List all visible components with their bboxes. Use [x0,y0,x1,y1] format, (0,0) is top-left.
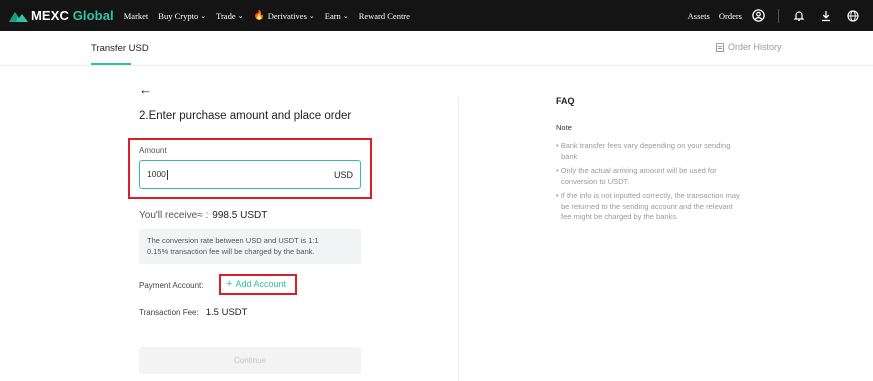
nav-buy-crypto[interactable]: Buy Crypto ⌄ [158,11,206,21]
mexc-logo[interactable]: MEXC Global [9,0,114,31]
faq-item: • Bank transfer fees vary depending on y… [556,141,731,161]
amount-label: Amount [139,146,167,155]
sub-header: Transfer USD Order History [0,31,873,66]
faq-item: • If the info is not inputted correctly,… [556,191,740,221]
faq-title: FAQ [556,96,575,106]
nav-market[interactable]: Market [124,11,149,21]
add-account-button[interactable]: + Add Account [226,277,286,290]
column-divider [458,98,459,381]
nav-orders[interactable]: Orders [719,11,742,21]
chevron-down-icon: ⌄ [308,11,315,20]
amount-unit: USD [333,169,353,180]
nav-links: Market Buy Crypto ⌄ Trade ⌄ 🔥 Derivatives ⌄ … [124,10,420,21]
fee-label: Transaction Fee: [139,308,199,317]
chevron-down-icon: ⌄ [200,11,207,20]
bell-icon[interactable] [792,9,806,23]
amount-value: 1000 [147,169,166,180]
faq-item: • Only the actual arriving amount will b… [556,166,717,186]
chevron-down-icon: ⌄ [342,11,349,20]
nav-right: Assets Orders [688,0,873,31]
plus-icon: + [226,277,233,290]
text-caret [166,169,168,180]
globe-icon[interactable] [846,9,860,23]
transaction-fee-row: Transaction Fee: 1.5 USDT [139,307,247,318]
mexc-logo-icon [9,10,28,22]
step-title: 2.Enter purchase amount and place order [139,110,352,122]
fire-icon: 🔥 [253,10,265,20]
receive-row: You'll receive≈ :998.5 USDT [139,210,267,221]
nav-derivatives[interactable]: 🔥 Derivatives ⌄ [253,10,314,21]
logo-text: MEXC Global [31,8,114,23]
payment-account-label: Payment Account: [139,281,204,290]
nav-reward-centre[interactable]: Reward Centre [359,11,410,21]
nav-trade[interactable]: Trade ⌄ [216,11,243,21]
note-line: 0.15% transaction fee will be charged by… [147,247,315,256]
nav-earn[interactable]: Earn ⌄ [325,11,349,21]
faq-note-heading: Note [556,123,572,132]
nav-divider [778,8,779,23]
amount-input[interactable]: 1000 USD [139,160,361,189]
document-icon [716,42,724,52]
active-tab-indicator [91,63,131,65]
chevron-down-icon: ⌄ [237,11,244,20]
back-arrow-icon[interactable]: ← [139,82,152,97]
note-line: The conversion rate between USD and USDT… [147,236,319,245]
conversion-note: The conversion rate between USD and USDT… [139,229,361,264]
order-history-link[interactable]: Order History [716,42,782,52]
faq-list: • Bank transfer fees vary depending on y… [556,141,741,227]
user-icon[interactable] [751,9,765,23]
continue-button[interactable]: Continue [139,347,361,374]
tab-transfer-usd[interactable]: Transfer USD [91,43,149,54]
nav-assets[interactable]: Assets [688,11,710,21]
top-nav: MEXC Global Market Buy Crypto ⌄ Trade ⌄ 🔥 D… [0,0,873,31]
receive-label: You'll receive≈ : [139,210,209,221]
add-account-label: Add Account [235,279,286,289]
receive-value: 998.5 USDT [212,210,268,221]
fee-value: 1.5 USDT [205,307,248,318]
order-history-label: Order History [728,42,782,52]
download-icon[interactable] [819,9,833,23]
